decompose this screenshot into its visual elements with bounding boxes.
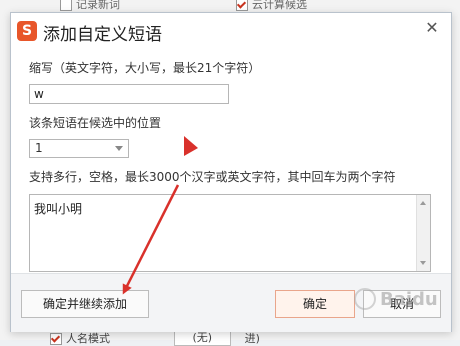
bg-name-mode-label: 人名模式	[66, 332, 110, 345]
confirm-button[interactable]: 确定	[275, 290, 355, 318]
dialog-titlebar[interactable]: S 添加自定义短语 ✕	[11, 13, 451, 47]
bg-suffix-text: 进)	[244, 332, 260, 345]
phrase-content-text: 我叫小明	[34, 202, 83, 216]
add-custom-phrase-dialog: S 添加自定义短语 ✕ 缩写（英文字符，大小写，最长21个字符） 该条短语在候选…	[10, 12, 452, 332]
bg-option-label: 云计算候选	[252, 0, 307, 11]
abbrev-input[interactable]	[29, 84, 229, 104]
background-bottom-row: 人名模式 (无) 进)	[50, 330, 260, 346]
bg-option-cloud-candidates[interactable]: 云计算候选	[236, 0, 307, 12]
close-icon[interactable]: ✕	[423, 19, 441, 37]
scroll-up-icon[interactable]	[420, 201, 426, 205]
position-label: 该条短语在候选中的位置	[29, 116, 162, 130]
phrase-content-textarea[interactable]: 我叫小明	[29, 194, 431, 272]
content-label: 支持多行，空格，最长3000个汉字或英文字符，其中回车为两个字符	[29, 170, 396, 184]
scroll-down-icon[interactable]	[420, 261, 426, 265]
sogou-logo-icon: S	[17, 21, 37, 41]
dialog-title: 添加自定义短语	[43, 25, 162, 45]
baidu-watermark: Baidu	[354, 286, 456, 316]
textarea-scrollbar[interactable]	[416, 195, 430, 271]
background-top-row: 记录新词 云计算候选	[0, 0, 460, 12]
paw-icon	[354, 288, 376, 310]
bg-name-mode-select[interactable]: (无)	[173, 330, 232, 346]
checkbox-icon[interactable]	[60, 0, 72, 11]
bg-option-new-words[interactable]: 记录新词	[60, 0, 120, 12]
abbrev-label: 缩写（英文字符，大小写，最长21个字符）	[29, 61, 261, 75]
position-select-value: 1	[35, 141, 43, 155]
position-select[interactable]: 1	[29, 139, 129, 158]
bg-option-label: 记录新词	[76, 0, 120, 11]
confirm-continue-button[interactable]: 确定并继续添加	[21, 290, 149, 318]
chevron-down-icon[interactable]	[115, 146, 123, 151]
watermark-text: Baidu	[380, 289, 438, 310]
checkbox-checked-icon[interactable]	[236, 0, 248, 11]
checkbox-checked-icon[interactable]	[50, 333, 62, 345]
